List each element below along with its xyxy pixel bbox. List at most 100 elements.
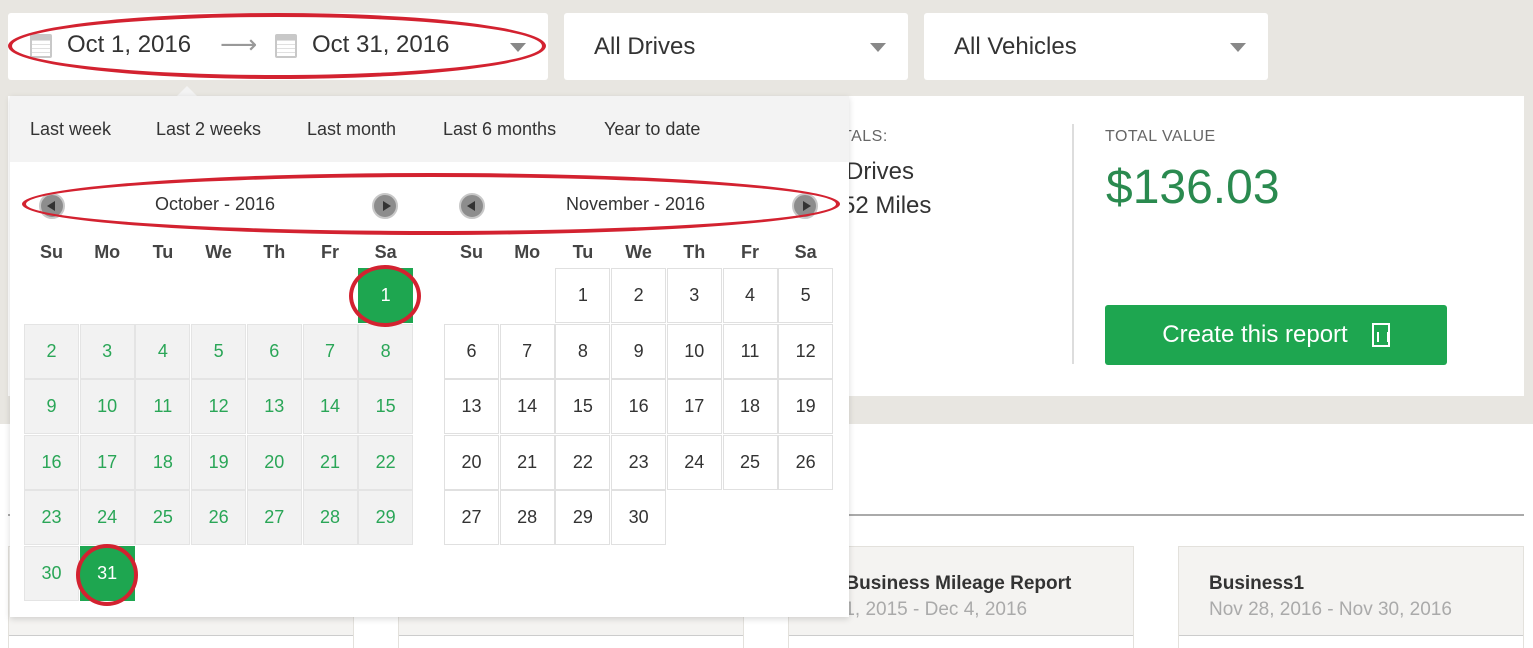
- calendar-day[interactable]: 27: [444, 490, 499, 546]
- quick-range-last-week[interactable]: Last week: [30, 119, 111, 140]
- end-date: Oct 31, 2016: [312, 31, 450, 58]
- calendar-day[interactable]: 6: [444, 323, 499, 379]
- calendar-day[interactable]: 3: [79, 323, 135, 379]
- calendar-icon: [275, 34, 297, 58]
- calendar-day[interactable]: 13: [246, 379, 302, 435]
- calendar-day[interactable]: 16: [611, 379, 667, 435]
- chevron-down-icon: [510, 43, 526, 52]
- calendar-day[interactable]: 7: [499, 323, 555, 379]
- calendar-day[interactable]: 3: [666, 268, 722, 323]
- report-card-footer: [1179, 635, 1523, 648]
- calendar-day[interactable]: 23: [24, 490, 79, 546]
- calendar-day[interactable]: 30: [24, 546, 79, 601]
- calendar-day[interactable]: 24: [666, 434, 722, 490]
- quick-range-last-month[interactable]: Last month: [307, 119, 396, 140]
- weekday-header: Th: [263, 242, 286, 262]
- weekday-header: Fr: [321, 242, 339, 262]
- calendar-day[interactable]: 30: [611, 490, 667, 546]
- calendar-day[interactable]: 29: [555, 490, 611, 546]
- report-dates: Nov 28, 2016 - Nov 30, 2016: [1209, 599, 1452, 620]
- weekday-header: Mo: [514, 242, 541, 262]
- calendar-day[interactable]: 18: [722, 379, 778, 435]
- prev-month-button[interactable]: [39, 193, 65, 219]
- calendar-day[interactable]: 6: [246, 323, 302, 379]
- calendar-day[interactable]: 28: [302, 490, 358, 546]
- calendar-day[interactable]: 19: [778, 379, 834, 435]
- drives-dropdown-value: All Drives: [594, 32, 696, 60]
- calendar-day[interactable]: 4: [135, 323, 191, 379]
- calendar-day[interactable]: 21: [499, 434, 555, 490]
- report-card[interactable]: Business1 Nov 28, 2016 - Nov 30, 2016: [1178, 546, 1524, 648]
- calendar-day[interactable]: 14: [302, 379, 358, 435]
- report-card-footer: [9, 635, 353, 648]
- calendar-day[interactable]: 23: [611, 434, 667, 490]
- report-card-footer: [399, 635, 743, 648]
- calendar-day[interactable]: 5: [191, 323, 247, 379]
- calendar-day[interactable]: 11: [722, 323, 778, 379]
- calendar-day[interactable]: 15: [358, 379, 414, 435]
- calendar-day[interactable]: 26: [191, 490, 247, 546]
- calendar-day[interactable]: 10: [666, 323, 722, 379]
- quick-range-last-2-weeks[interactable]: Last 2 weeks: [156, 119, 261, 140]
- total-value: $136.03: [1106, 161, 1280, 214]
- calendar-day[interactable]: 13: [444, 379, 499, 435]
- calendar-day[interactable]: 27: [246, 490, 302, 546]
- calendar-day[interactable]: 2: [24, 323, 79, 379]
- calendar-day[interactable]: 17: [666, 379, 722, 435]
- calendar-day[interactable]: 4: [722, 268, 778, 323]
- calendar-day[interactable]: 20: [246, 434, 302, 490]
- create-report-button[interactable]: Create this report: [1105, 305, 1447, 365]
- quick-range-last-6-months[interactable]: Last 6 months: [443, 119, 556, 140]
- calendar-day[interactable]: 21: [302, 434, 358, 490]
- prev-month-button[interactable]: [459, 193, 485, 219]
- weekday-header: Sa: [374, 242, 397, 262]
- date-picker-popup: Last week Last 2 weeks Last month Last 6…: [10, 96, 849, 617]
- calendar-day[interactable]: 9: [24, 379, 79, 435]
- calendar-day[interactable]: 2: [611, 268, 667, 323]
- date-range-picker[interactable]: Oct 1, 2016 ⟶ Oct 31, 2016: [8, 13, 548, 80]
- calendar-day[interactable]: 31: [79, 546, 135, 601]
- calendar-day[interactable]: 12: [778, 323, 834, 379]
- calendar-day[interactable]: 10: [79, 379, 135, 435]
- calendar-day[interactable]: 25: [722, 434, 778, 490]
- calendar-day[interactable]: 7: [302, 323, 358, 379]
- report-dates: c 31, 2015 - Dec 4, 2016: [819, 599, 1028, 620]
- calendar-day[interactable]: 11: [135, 379, 191, 435]
- calendar-day[interactable]: 29: [358, 490, 414, 546]
- calendar-day[interactable]: 26: [778, 434, 834, 490]
- vehicles-dropdown[interactable]: All Vehicles: [924, 13, 1268, 80]
- calendar-day[interactable]: 16: [24, 434, 79, 490]
- calendar-day[interactable]: 18: [135, 434, 191, 490]
- calendar-day[interactable]: 20: [444, 434, 499, 490]
- calendar-icon: [30, 34, 52, 58]
- calendar-day[interactable]: 28: [499, 490, 555, 546]
- calendar-day[interactable]: 12: [191, 379, 247, 435]
- calendar-day[interactable]: 22: [555, 434, 611, 490]
- calendar-day[interactable]: 19: [191, 434, 247, 490]
- calendar-day[interactable]: 5: [778, 268, 834, 323]
- calendar-day[interactable]: 17: [79, 434, 135, 490]
- calendar-day[interactable]: 1: [555, 268, 611, 323]
- calendar-day[interactable]: 8: [358, 323, 414, 379]
- calendar-day[interactable]: 24: [79, 490, 135, 546]
- next-month-button[interactable]: [372, 193, 398, 219]
- calendar-day[interactable]: 9: [611, 323, 667, 379]
- weekday-header: We: [205, 242, 232, 262]
- weekday-header: We: [625, 242, 652, 262]
- quick-range-year-to-date[interactable]: Year to date: [604, 119, 700, 140]
- calendar-day[interactable]: 15: [555, 379, 611, 435]
- chevron-down-icon: [1230, 43, 1246, 52]
- calendar-day[interactable]: 25: [135, 490, 191, 546]
- quick-range-bar: Last week Last 2 weeks Last month Last 6…: [10, 96, 849, 162]
- calendar-day[interactable]: 8: [555, 323, 611, 379]
- drives-dropdown[interactable]: All Drives: [564, 13, 908, 80]
- calendar-day[interactable]: 22: [358, 434, 414, 490]
- calendar-day[interactable]: 1: [358, 268, 414, 323]
- next-month-button[interactable]: [792, 193, 818, 219]
- chevron-down-icon: [870, 43, 886, 52]
- summary-divider: [1072, 124, 1074, 364]
- report-title: 16 Business Mileage Report: [819, 573, 1072, 594]
- calendar-day[interactable]: 14: [499, 379, 555, 435]
- drives-count: Drives: [846, 158, 915, 185]
- weekday-header: Su: [39, 242, 63, 262]
